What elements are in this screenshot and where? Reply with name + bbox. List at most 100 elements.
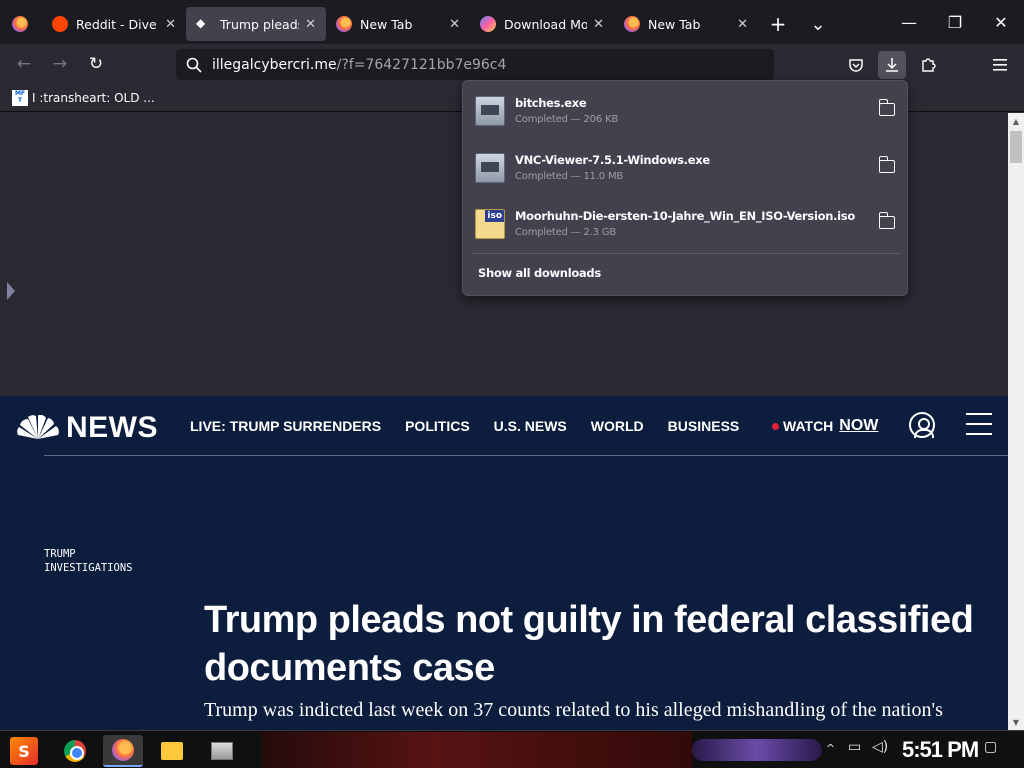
tab-reddit[interactable]: Reddit - Dive in ✕ — [42, 7, 186, 41]
tab-download-moorhuhn[interactable]: Download Moor ✕ — [470, 7, 614, 41]
nbc-logo-text: NEWS — [66, 411, 158, 444]
tab-title: Reddit - Dive in — [76, 16, 159, 32]
nav-link-politics[interactable]: POLITICS — [405, 418, 470, 434]
download-item[interactable]: iso Moorhuhn-Die-ersten-10-Jahre_Win_EN_… — [471, 200, 901, 250]
downloads-button[interactable] — [878, 51, 906, 79]
start-button[interactable]: S — [10, 737, 38, 765]
executable-file-icon — [475, 153, 505, 183]
tab-close-icon[interactable]: ✕ — [737, 17, 748, 32]
scroll-up-arrow-icon[interactable]: ▲ — [1008, 113, 1024, 129]
volume-icon[interactable]: ◁) — [872, 739, 888, 755]
nbc-nav: LIVE: TRUMP SURRENDERS POLITICS U.S. NEW… — [190, 418, 763, 434]
tab-title: Trump pleads not — [220, 16, 299, 32]
scroll-down-arrow-icon[interactable]: ▼ — [1008, 714, 1024, 730]
download-status: Completed — 11.0 MB — [515, 171, 624, 182]
taskbar-firefox[interactable] — [103, 735, 143, 767]
back-button[interactable]: ← — [12, 52, 36, 76]
download-item[interactable]: VNC-Viewer-7.5.1-Windows.exe Completed —… — [471, 144, 901, 194]
open-folder-icon[interactable] — [878, 212, 895, 229]
page-scrollbar[interactable]: ▲ ▼ — [1008, 113, 1024, 730]
user-account-icon[interactable] — [909, 412, 935, 438]
firefox-view-icon — [12, 16, 28, 32]
nav-link-us-news[interactable]: U.S. NEWS — [494, 418, 567, 434]
download-filename: Moorhuhn-Die-ersten-10-Jahre_Win_EN_ISO-… — [515, 209, 855, 223]
new-tab-button[interactable]: + — [758, 7, 798, 41]
download-icon — [886, 58, 898, 72]
download-filename: bitches.exe — [515, 96, 587, 110]
tray-chevron-icon[interactable]: ^ — [826, 742, 835, 755]
nav-link-business[interactable]: BUSINESS — [668, 418, 740, 434]
tab-close-icon[interactable]: ✕ — [449, 17, 460, 32]
close-window-button[interactable]: ✕ — [978, 0, 1024, 44]
mouse-cursor-icon — [7, 282, 15, 300]
chevron-down-icon: ⌄ — [810, 13, 826, 35]
bookmark-label: I :transheart: OLD ... — [32, 91, 155, 105]
iso-badge: iso — [485, 210, 504, 222]
bookmark-favicon-icon: MF T — [12, 90, 28, 106]
watch-now-link[interactable]: WATCH NOW — [772, 417, 878, 435]
now-label: NOW — [839, 417, 879, 434]
bookmark-item[interactable]: MF T I :transheart: OLD ... — [12, 90, 155, 106]
tab-close-icon[interactable]: ✕ — [305, 17, 316, 32]
firefox-icon — [624, 16, 640, 32]
taskbar-wallpaper — [262, 732, 692, 768]
forward-button[interactable]: → — [48, 52, 72, 76]
open-folder-icon[interactable] — [878, 99, 895, 116]
network-icon[interactable]: ▭ — [848, 739, 861, 755]
taskbar-image-viewer[interactable] — [202, 735, 242, 767]
url-bar[interactable]: illegalcybercri.me/?f=76427121bb7e96c4 — [176, 49, 774, 80]
minimize-button[interactable]: — — [886, 0, 932, 44]
tab-nbc-news[interactable]: ◆ Trump pleads not ✕ — [186, 7, 326, 41]
navigation-toolbar: ← → ↻ illegalcybercri.me/?f=76427121bb7e… — [0, 44, 1024, 84]
tab-new-tab-2[interactable]: New Tab ✕ — [614, 7, 758, 41]
tab-title: New Tab — [360, 16, 413, 32]
maximize-button[interactable]: ❐ — [932, 0, 978, 44]
firefox-icon — [112, 739, 134, 761]
nbc-news-page: NEWS LIVE: TRUMP SURRENDERS POLITICS U.S… — [0, 396, 1008, 730]
list-all-tabs-button[interactable]: ⌄ — [798, 7, 838, 41]
firefox-icon — [336, 16, 352, 32]
download-item[interactable]: bitches.exe Completed — 206 KB — [471, 87, 901, 137]
notifications-icon[interactable]: ▢ — [984, 739, 997, 755]
app-menu-button[interactable] — [986, 51, 1014, 79]
plus-icon: + — [769, 12, 787, 36]
image-viewer-icon — [211, 742, 233, 760]
download-status: Completed — 2.3 GB — [515, 227, 616, 238]
pocket-icon — [849, 59, 863, 72]
nbc-peacock-icon: ◆ — [196, 16, 206, 30]
article-dek: Trump was indicted last week on 37 count… — [204, 699, 943, 721]
search-icon — [186, 57, 202, 73]
maximize-icon: ❐ — [947, 12, 963, 32]
taskbar-decoration — [692, 739, 822, 761]
extensions-button[interactable] — [914, 51, 942, 79]
nav-link-live[interactable]: LIVE: TRUMP SURRENDERS — [190, 418, 381, 434]
panel-divider — [471, 253, 901, 254]
tab-close-icon[interactable]: ✕ — [593, 17, 604, 32]
back-arrow-icon: ← — [16, 54, 32, 74]
tab-new-tab-1[interactable]: New Tab ✕ — [326, 7, 470, 41]
moorhuhn-icon — [480, 16, 496, 32]
close-icon: ✕ — [994, 12, 1008, 32]
firefox-view-button[interactable] — [0, 7, 42, 41]
tab-close-icon[interactable]: ✕ — [165, 17, 176, 32]
show-all-downloads-button[interactable]: Show all downloads — [478, 266, 601, 280]
nbc-news-logo[interactable]: NEWS — [16, 411, 158, 445]
puzzle-piece-icon — [922, 58, 936, 72]
reload-icon: ↻ — [88, 54, 104, 74]
iso-file-icon: iso — [475, 209, 505, 239]
taskbar-clock[interactable]: 5:51 PM — [902, 737, 979, 763]
taskbar-chrome[interactable] — [55, 735, 95, 767]
article-eyebrow[interactable]: TRUMP INVESTIGATIONS — [44, 547, 164, 575]
open-folder-icon[interactable] — [878, 156, 895, 173]
tab-title: Download Moor — [504, 16, 588, 32]
chrome-icon — [64, 740, 86, 762]
download-filename: VNC-Viewer-7.5.1-Windows.exe — [515, 153, 710, 167]
pocket-button[interactable] — [842, 51, 870, 79]
hamburger-menu-icon — [993, 59, 1007, 71]
live-dot-icon — [772, 422, 779, 430]
nav-link-world[interactable]: WORLD — [591, 418, 644, 434]
reload-button[interactable]: ↻ — [84, 52, 108, 76]
scrollbar-thumb[interactable] — [1010, 131, 1022, 163]
hamburger-menu-icon[interactable] — [966, 413, 992, 435]
taskbar-file-explorer[interactable] — [152, 735, 192, 767]
